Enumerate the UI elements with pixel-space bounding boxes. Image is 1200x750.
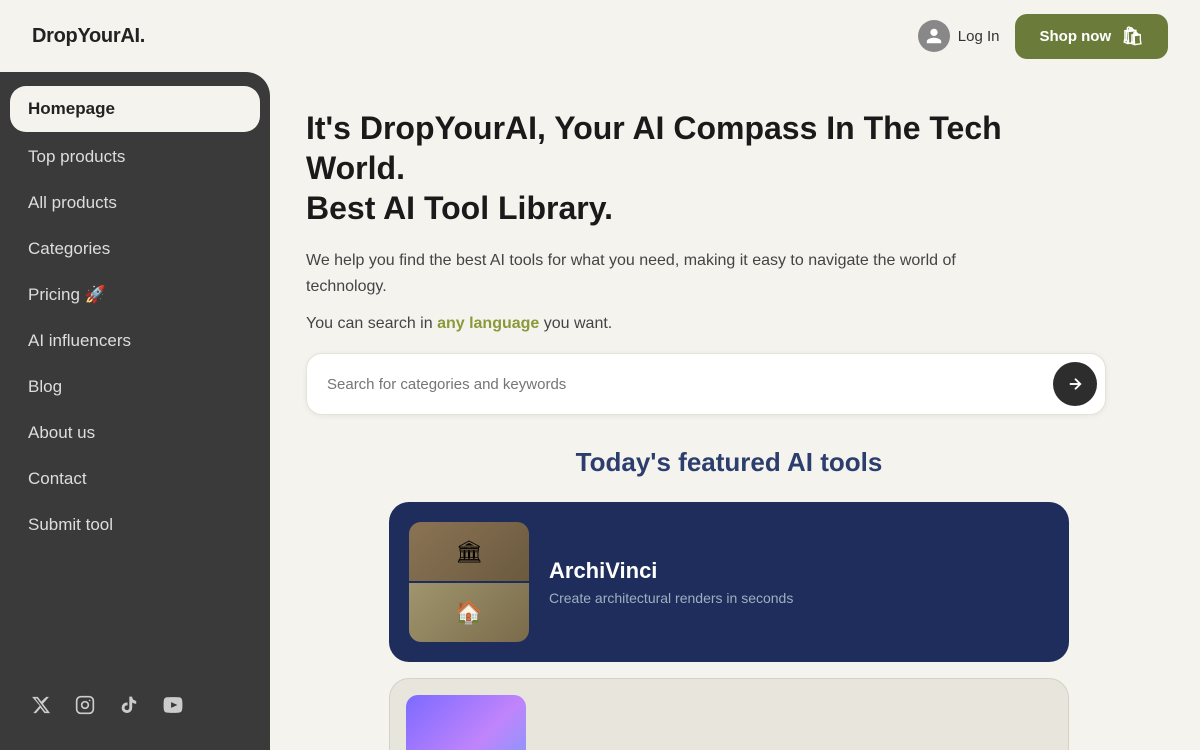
sidebar-item-all-products[interactable]: All products [0, 180, 270, 226]
sidebar-item-top-products[interactable]: Top products [0, 134, 270, 180]
sidebar-item-categories[interactable]: Categories [0, 226, 270, 272]
sidebar-item-all-products-label: All products [28, 193, 117, 213]
sidebar-item-submit-tool-label: Submit tool [28, 515, 113, 535]
sidebar-item-about-us[interactable]: About us [0, 410, 270, 456]
main-content: It's DropYourAI, Your AI Compass In The … [270, 72, 1200, 750]
shop-now-button[interactable]: Shop now 🛍 [1015, 14, 1168, 59]
featured-title: Today's featured AI tools [306, 447, 1152, 478]
sidebar-item-about-us-label: About us [28, 423, 95, 443]
search-submit-button[interactable] [1053, 362, 1097, 406]
sidebar-item-contact-label: Contact [28, 469, 87, 489]
shopping-bag-icon: 🛍 [1121, 26, 1144, 47]
arch-image-top [409, 522, 529, 581]
tool-name-archivinci: ArchiVinci [549, 558, 1049, 584]
sidebar-item-blog[interactable]: Blog [0, 364, 270, 410]
top-nav: DropYourAI. Log In Shop now 🛍 [0, 0, 1200, 72]
search-input[interactable] [327, 376, 1053, 393]
tool-2-image [406, 695, 526, 750]
archivinci-image [409, 522, 529, 642]
nav-right: Log In Shop now 🛍 [918, 14, 1168, 59]
sidebar-item-ai-influencers-label: AI influencers [28, 331, 131, 351]
arch-image-bottom [409, 583, 529, 642]
instagram-icon[interactable] [72, 692, 98, 718]
sidebar-spacer [0, 548, 270, 680]
tool-card-archivinci[interactable]: ArchiVinci Create architectural renders … [389, 502, 1069, 662]
main-layout: Homepage Top products All products Categ… [0, 72, 1200, 750]
login-button[interactable]: Log In [918, 20, 1000, 52]
sidebar-item-pricing[interactable]: Pricing 🚀 [0, 272, 270, 318]
sidebar-item-top-products-label: Top products [28, 147, 125, 167]
sidebar-item-pricing-label: Pricing 🚀 [28, 285, 106, 305]
tool-desc-archivinci: Create architectural renders in seconds [549, 590, 1049, 606]
sidebar-item-contact[interactable]: Contact [0, 456, 270, 502]
sidebar: Homepage Top products All products Categ… [0, 72, 270, 750]
login-avatar-icon [918, 20, 950, 52]
highlight-any-language: any language [437, 315, 539, 332]
twitter-x-icon[interactable] [28, 692, 54, 718]
logo: DropYourAI. [32, 25, 145, 48]
login-label: Log In [958, 28, 1000, 45]
shop-label: Shop now [1039, 28, 1111, 45]
hero-subtitle: We help you find the best AI tools for w… [306, 248, 1026, 299]
sidebar-item-ai-influencers[interactable]: AI influencers [0, 318, 270, 364]
sidebar-socials [0, 680, 270, 730]
search-lang-line: You can search in any language you want. [306, 315, 1152, 333]
tiktok-icon[interactable] [116, 692, 142, 718]
tool-card-2[interactable] [389, 678, 1069, 750]
youtube-icon[interactable] [160, 692, 186, 718]
sidebar-item-homepage[interactable]: Homepage [10, 86, 260, 132]
tool-info-archivinci: ArchiVinci Create architectural renders … [549, 558, 1049, 606]
hero-title: It's DropYourAI, Your AI Compass In The … [306, 108, 1006, 228]
search-bar [306, 353, 1106, 415]
sidebar-item-homepage-label: Homepage [28, 99, 115, 119]
sidebar-item-categories-label: Categories [28, 239, 110, 259]
sidebar-item-submit-tool[interactable]: Submit tool [0, 502, 270, 548]
sidebar-item-blog-label: Blog [28, 377, 62, 397]
